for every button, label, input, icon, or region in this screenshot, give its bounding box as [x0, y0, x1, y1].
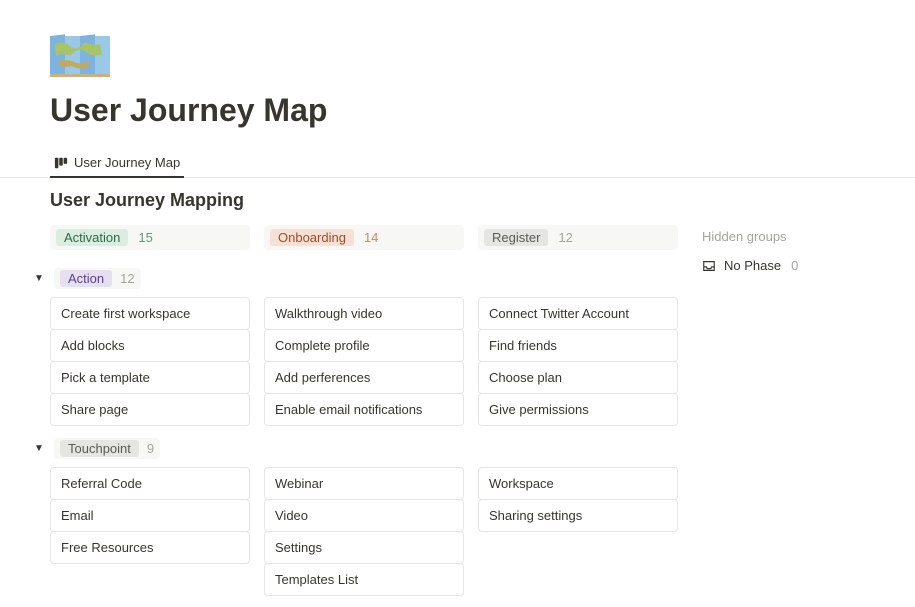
column-count: 12 [558, 230, 572, 245]
view-tabs: User Journey Map [0, 149, 915, 178]
column-pill: Register [484, 229, 548, 246]
card[interactable]: Video [264, 499, 464, 532]
column-header-onboarding[interactable]: Onboarding 14 [264, 225, 464, 250]
inbox-icon [702, 259, 716, 273]
card[interactable]: Enable email notifications [264, 393, 464, 426]
card[interactable]: Connect Twitter Account [478, 297, 678, 330]
column-header-register[interactable]: Register 12 [478, 225, 678, 250]
card[interactable]: Give permissions [478, 393, 678, 426]
page-title: User Journey Map [50, 92, 865, 129]
hidden-group-item[interactable]: No Phase 0 [702, 258, 865, 273]
hidden-group-count: 0 [791, 258, 798, 273]
card[interactable]: Complete profile [264, 329, 464, 362]
tab-label: User Journey Map [74, 155, 180, 170]
card[interactable]: Add blocks [50, 329, 250, 362]
card[interactable]: Referral Code [50, 467, 250, 500]
card[interactable]: Workspace [478, 467, 678, 500]
card[interactable]: Find friends [478, 329, 678, 362]
hidden-groups-title: Hidden groups [702, 225, 865, 244]
column-header-activation[interactable]: Activation 15 [50, 225, 250, 250]
card[interactable]: Free Resources [50, 531, 250, 564]
group-count: 9 [147, 441, 154, 456]
card[interactable]: Share page [50, 393, 250, 426]
group-toggle-icon[interactable]: ▼ [32, 273, 46, 284]
hidden-groups-panel: Hidden groups No Phase 0 [692, 225, 865, 596]
card[interactable]: Walkthrough video [264, 297, 464, 330]
group-count: 12 [120, 271, 134, 286]
group-pill: Action [60, 270, 112, 287]
column-pill: Activation [56, 229, 128, 246]
card[interactable]: Email [50, 499, 250, 532]
card[interactable]: Create first workspace [50, 297, 250, 330]
column-pill: Onboarding [270, 229, 354, 246]
card[interactable]: Webinar [264, 467, 464, 500]
card[interactable]: Sharing settings [478, 499, 678, 532]
hidden-group-label: No Phase [724, 258, 781, 273]
card[interactable]: Pick a template [50, 361, 250, 394]
group-header-action[interactable]: Action 12 [54, 268, 141, 289]
card[interactable]: Choose plan [478, 361, 678, 394]
tab-user-journey-map[interactable]: User Journey Map [50, 149, 184, 178]
card[interactable]: Settings [264, 531, 464, 564]
page-icon[interactable] [50, 32, 110, 80]
board-icon [54, 156, 68, 170]
group-toggle-icon[interactable]: ▼ [32, 443, 46, 454]
card[interactable]: Templates List [264, 563, 464, 596]
card[interactable]: Add perferences [264, 361, 464, 394]
section-title: User Journey Mapping [50, 190, 865, 211]
group-header-touchpoint[interactable]: Touchpoint 9 [54, 438, 160, 459]
column-count: 15 [138, 230, 152, 245]
column-count: 14 [364, 230, 378, 245]
group-pill: Touchpoint [60, 440, 139, 457]
